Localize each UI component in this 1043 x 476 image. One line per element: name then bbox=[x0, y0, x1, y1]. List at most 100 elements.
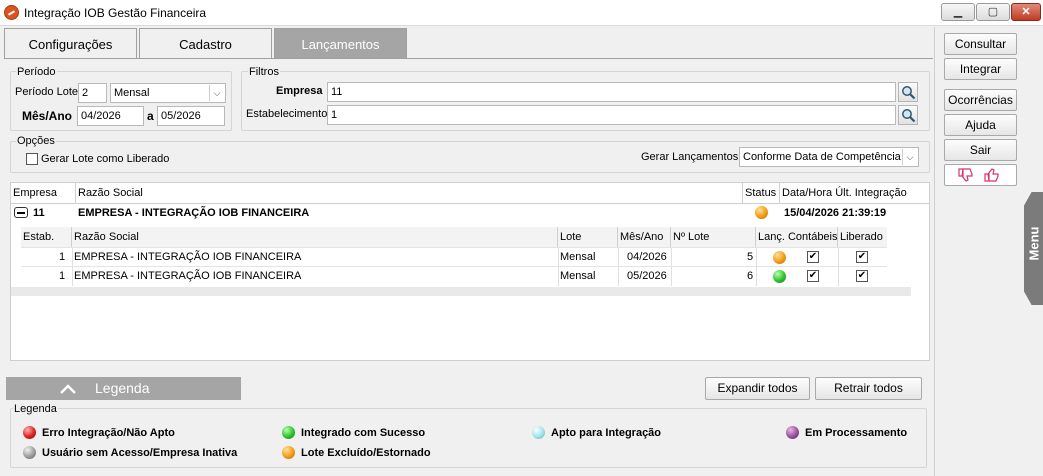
legend-item: Lote Excluído/Estornado bbox=[301, 447, 431, 459]
row-lote: Mensal bbox=[560, 251, 596, 263]
legend-toggle-label: Legenda bbox=[95, 380, 150, 396]
table-row[interactable]: 1 EMPRESA - INTEGRAÇÃO IOB FINANCEIRA Me… bbox=[21, 266, 887, 286]
header-status[interactable]: Status bbox=[743, 183, 780, 203]
row-contabeis-checkbox[interactable]: ✔ bbox=[807, 251, 819, 263]
estabelecimento-search-button[interactable] bbox=[898, 105, 918, 125]
opcoes-group-label: Opções bbox=[16, 135, 56, 147]
ocorrencias-button[interactable]: Ocorrências bbox=[944, 89, 1017, 111]
legend-gray-icon bbox=[23, 446, 36, 459]
periodo-lote-input[interactable]: 2 bbox=[78, 83, 107, 103]
legend-item: Apto para Integração bbox=[551, 427, 662, 439]
legend-item: Em Processamento bbox=[805, 427, 908, 439]
subheader-razao-social[interactable]: Razão Social bbox=[72, 227, 558, 247]
legend-item: Usuário sem Acesso/Empresa Inativa bbox=[42, 447, 238, 459]
sair-button[interactable]: Sair bbox=[944, 139, 1017, 161]
horizontal-scrollbar[interactable] bbox=[11, 287, 911, 296]
row-status-icon bbox=[773, 251, 786, 264]
row-lote: Mensal bbox=[560, 270, 596, 282]
window-title: Integração IOB Gestão Financeira bbox=[24, 6, 207, 20]
row-liberado-checkbox[interactable]: ✔ bbox=[856, 251, 868, 263]
expandir-todos-button[interactable]: Expandir todos bbox=[705, 377, 810, 400]
periodo-tipo-select[interactable]: Mensal ⌵ bbox=[110, 83, 226, 103]
header-data-hora[interactable]: Data/Hora Últ. Integração bbox=[780, 183, 912, 203]
table-row[interactable]: 1 EMPRESA - INTEGRAÇÃO IOB FINANCEIRA Me… bbox=[21, 247, 887, 267]
chevron-down-icon[interactable]: ⌵ bbox=[209, 85, 224, 101]
legend-item: Integrado com Sucesso bbox=[301, 427, 426, 439]
gerar-lote-checkbox[interactable] bbox=[26, 153, 38, 165]
consultar-button[interactable]: Consultar bbox=[944, 33, 1017, 55]
close-button[interactable]: ✕ bbox=[1011, 3, 1041, 21]
maximize-button[interactable]: ▢ bbox=[976, 3, 1010, 21]
ajuda-button[interactable]: Ajuda bbox=[944, 114, 1017, 136]
row-status-icon bbox=[773, 270, 786, 283]
gerar-lancamentos-select[interactable]: Conforme Data de Competência ⌵ bbox=[739, 147, 919, 167]
gerar-lote-label: Gerar Lote como Liberado bbox=[41, 153, 170, 165]
header-razao-social[interactable]: Razão Social bbox=[76, 183, 743, 203]
gerar-lancamentos-label: Gerar Lançamentos bbox=[641, 151, 739, 163]
legend-orange-icon bbox=[282, 446, 295, 459]
tab-lancamentos[interactable]: Lançamentos bbox=[274, 28, 407, 59]
row-liberado-checkbox[interactable]: ✔ bbox=[856, 270, 868, 282]
tab-cadastro[interactable]: Cadastro bbox=[139, 28, 272, 59]
retrair-todos-button[interactable]: Retrair todos bbox=[815, 377, 922, 400]
search-icon bbox=[902, 109, 916, 123]
subheader-lote[interactable]: Lote bbox=[558, 227, 618, 247]
gerar-lancamentos-value: Conforme Data de Competência bbox=[743, 151, 901, 163]
legend-cyan-icon bbox=[532, 426, 545, 439]
estabelecimento-label: Estabelecimento bbox=[246, 108, 328, 120]
row-num-lote: 6 bbox=[747, 270, 754, 282]
integrar-button[interactable]: Integrar bbox=[944, 58, 1017, 80]
row-contabeis-checkbox[interactable]: ✔ bbox=[807, 270, 819, 282]
empresa-search-button[interactable] bbox=[898, 82, 918, 102]
subheader-num-lote[interactable]: Nº Lote bbox=[671, 227, 756, 247]
title-bar: Integração IOB Gestão Financeira ▁ ▢ ✕ bbox=[0, 0, 1043, 26]
companies-grid: Empresa Razão Social Status Data/Hora Úl… bbox=[10, 182, 930, 361]
mes-ano-fim-input[interactable]: 05/2026 bbox=[157, 106, 225, 126]
thumbs-down-icon bbox=[958, 168, 973, 182]
empresa-label: Empresa bbox=[276, 85, 323, 97]
menu-label[interactable]: Menu bbox=[1027, 224, 1042, 264]
thumbs-up-icon bbox=[984, 168, 999, 182]
search-icon bbox=[902, 86, 916, 100]
company-name: EMPRESA - INTEGRAÇÃO IOB FINANCEIRA bbox=[78, 207, 310, 219]
collapse-icon[interactable] bbox=[14, 207, 28, 218]
row-mes-ano: 04/2026 bbox=[627, 251, 667, 263]
empresa-input[interactable]: 11 bbox=[327, 82, 896, 102]
legend-toggle[interactable]: Legenda bbox=[6, 377, 241, 400]
filtros-group-label: Filtros bbox=[248, 66, 280, 78]
estabelecimento-input[interactable]: 1 bbox=[327, 105, 896, 125]
periodo-lote-label: Período Lote bbox=[15, 86, 78, 98]
company-status-icon bbox=[755, 206, 768, 219]
tab-divider bbox=[4, 58, 933, 59]
header-empresa[interactable]: Empresa bbox=[11, 183, 76, 203]
minimize-button[interactable]: ▁ bbox=[941, 3, 975, 21]
periodo-group-label: Período bbox=[16, 66, 57, 78]
legend-item: Erro Integração/Não Apto bbox=[42, 427, 175, 439]
row-estab: 1 bbox=[59, 270, 66, 282]
subheader-mes-ano[interactable]: Mês/Ano bbox=[618, 227, 671, 247]
tab-configuracoes[interactable]: Configurações bbox=[4, 28, 137, 59]
row-razao: EMPRESA - INTEGRAÇÃO IOB FINANCEIRA bbox=[74, 270, 302, 282]
legend-group-label: Legenda bbox=[13, 403, 58, 415]
a-label: a bbox=[147, 109, 154, 123]
chevron-down-icon[interactable]: ⌵ bbox=[902, 149, 917, 165]
feedback-button[interactable] bbox=[944, 164, 1017, 186]
legend-green-icon bbox=[282, 426, 295, 439]
mes-ano-label: Mês/Ano bbox=[22, 109, 73, 123]
app-icon bbox=[4, 5, 19, 20]
company-code: 11 bbox=[33, 207, 45, 219]
subheader-estab[interactable]: Estab. bbox=[21, 227, 72, 247]
row-num-lote: 5 bbox=[747, 251, 754, 263]
legend-purple-icon bbox=[786, 426, 799, 439]
row-mes-ano: 05/2026 bbox=[627, 270, 667, 282]
mes-ano-inicio-input[interactable]: 04/2026 bbox=[77, 106, 144, 126]
legend-red-icon bbox=[23, 426, 36, 439]
periodo-tipo-value: Mensal bbox=[114, 87, 150, 99]
chevron-up-icon bbox=[60, 384, 76, 394]
subheader-lanc-contabeis[interactable]: Lanç. Contábeis bbox=[756, 227, 838, 247]
row-razao: EMPRESA - INTEGRAÇÃO IOB FINANCEIRA bbox=[74, 251, 302, 263]
row-estab: 1 bbox=[59, 251, 66, 263]
company-datetime: 15/04/2026 21:39:19 bbox=[784, 207, 887, 219]
subheader-liberado[interactable]: Liberado bbox=[838, 227, 887, 247]
establishments-subgrid: Estab. Razão Social Lote Mês/Ano Nº Lote… bbox=[21, 227, 887, 286]
